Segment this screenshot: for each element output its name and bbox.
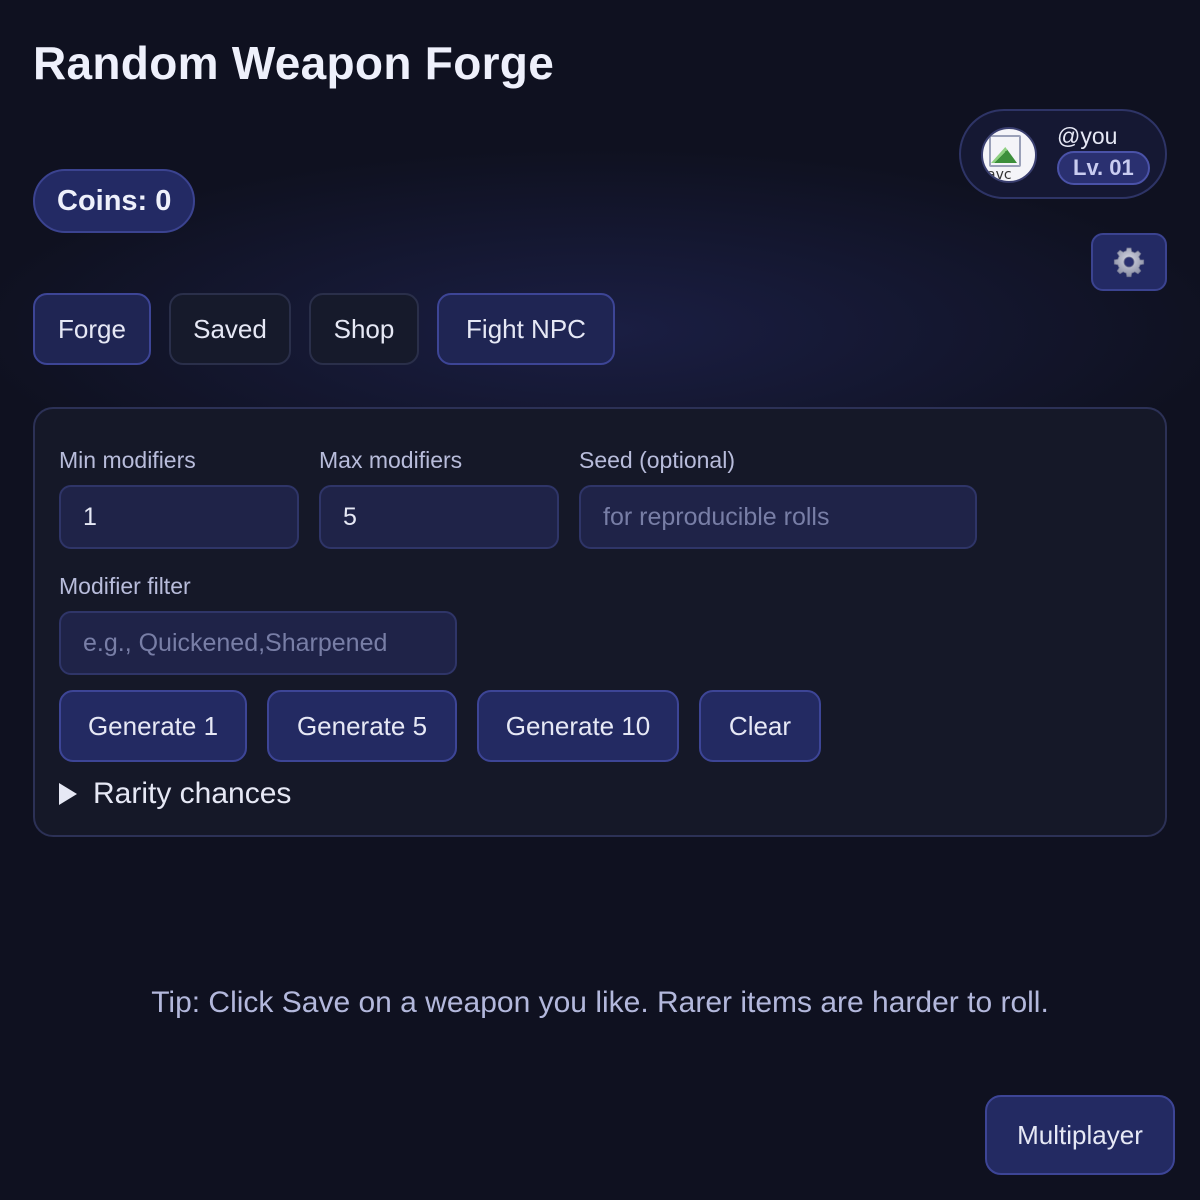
- profile-handle: @you: [1057, 123, 1118, 149]
- tab-saved[interactable]: Saved: [169, 293, 291, 365]
- rarity-chances-label: Rarity chances: [93, 777, 292, 810]
- max-modifiers-input[interactable]: 5: [319, 485, 559, 549]
- modifier-filter-label: Modifier filter: [59, 573, 191, 599]
- profile-card[interactable]: avc @you Lv. 01: [959, 109, 1167, 199]
- generate-1-button[interactable]: Generate 1: [59, 690, 247, 762]
- tab-forge[interactable]: Forge: [33, 293, 151, 365]
- min-modifiers-input[interactable]: 1: [59, 485, 299, 549]
- settings-button[interactable]: [1091, 233, 1167, 291]
- tab-shop[interactable]: Shop: [309, 293, 419, 365]
- multiplayer-button[interactable]: Multiplayer: [985, 1095, 1175, 1175]
- clear-button[interactable]: Clear: [699, 690, 821, 762]
- seed-label: Seed (optional): [579, 447, 735, 473]
- rarity-chances-toggle[interactable]: Rarity chances: [59, 777, 291, 811]
- avatar[interactable]: avc: [981, 127, 1037, 183]
- tip-text: Tip: Click Save on a weapon you like. Ra…: [151, 986, 1049, 1019]
- modifier-filter-input[interactable]: e.g., Quickened,Sharpened: [59, 611, 457, 675]
- page-title: Random Weapon Forge: [33, 37, 555, 89]
- tab-fight-npc[interactable]: Fight NPC: [437, 293, 615, 365]
- disclosure-triangle-icon: [59, 783, 77, 805]
- coins-badge: Coins: 0: [33, 169, 196, 233]
- forge-panel: Min modifiers 1 Max modifiers 5 Seed (op…: [33, 407, 1167, 837]
- generate-10-button[interactable]: Generate 10: [477, 690, 679, 762]
- max-modifiers-label: Max modifiers: [319, 447, 463, 473]
- avatar-alt-text: avc: [987, 167, 1012, 183]
- level-badge: Lv. 01: [1057, 151, 1150, 185]
- seed-input[interactable]: for reproducible rolls: [579, 485, 977, 549]
- gear-icon: [1113, 247, 1145, 278]
- min-modifiers-label: Min modifiers: [59, 447, 196, 473]
- generate-5-button[interactable]: Generate 5: [267, 690, 457, 762]
